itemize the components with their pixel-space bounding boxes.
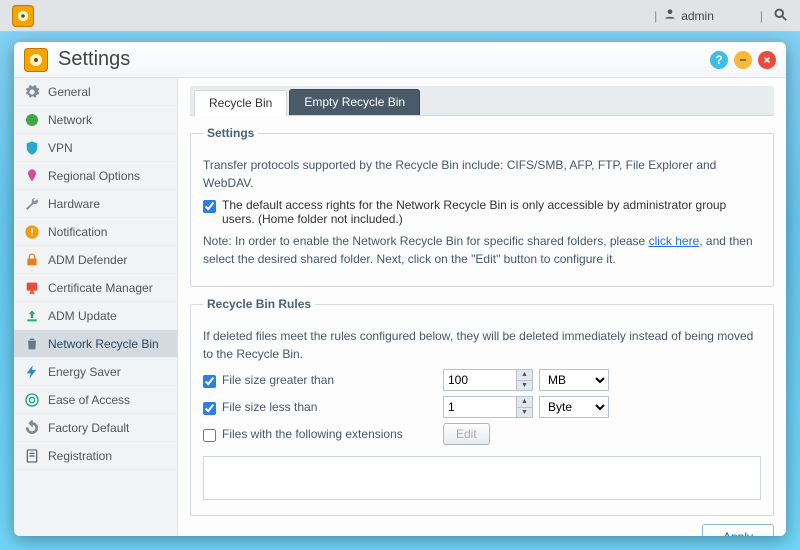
sidebar-item-regional-options[interactable]: Regional Options [14,162,177,190]
greater-label: File size greater than [222,373,334,387]
wrench-icon [24,196,40,212]
ext-edit-button[interactable]: Edit [443,423,490,445]
sidebar-item-label: VPN [48,141,73,155]
ext-label: Files with the following extensions [222,427,403,441]
spin-down-icon[interactable]: ▼ [516,408,532,418]
sidebar-item-general[interactable]: General [14,78,177,106]
separator: | [654,9,657,23]
sidebar-item-adm-defender[interactable]: ADM Defender [14,246,177,274]
tab-recycle-bin[interactable]: Recycle Bin [194,90,287,116]
click-here-link[interactable]: click here [649,234,700,248]
sidebar-item-hardware[interactable]: Hardware [14,190,177,218]
settings-fieldset: Settings Transfer protocols supported by… [190,126,774,287]
update-icon [24,308,40,324]
spin-up-icon[interactable]: ▲ [516,397,532,408]
sidebar-item-factory-default[interactable]: Factory Default [14,414,177,442]
sidebar-item-label: ADM Defender [48,253,127,267]
tab-empty-recycle-bin[interactable]: Empty Recycle Bin [289,89,420,115]
rules-intro: If deleted files meet the rules configur… [203,327,761,363]
settings-window: Settings ? General Network VPN Regional Opt… [14,42,786,536]
greater-unit-select[interactable]: ByteKBMBGBTB [539,369,609,391]
sidebar-item-network[interactable]: Network [14,106,177,134]
current-user[interactable]: admin [681,9,714,23]
form-icon [24,448,40,464]
less-checkbox[interactable] [203,402,216,415]
help-button[interactable]: ? [710,51,728,69]
rule-less-row: File size less than ▲▼ ByteKBMBGBTB [203,396,761,418]
less-unit-select[interactable]: ByteKBMBGBTB [539,396,609,418]
window-title: Settings [58,48,130,71]
protocols-text: Transfer protocols supported by the Recy… [203,156,761,192]
trash-icon [24,336,40,352]
settings-legend: Settings [203,126,258,140]
apply-button[interactable]: Apply [702,524,774,536]
search-icon[interactable] [773,7,788,25]
lock-icon [24,252,40,268]
user-icon[interactable] [663,7,677,24]
greater-checkbox[interactable] [203,375,216,388]
settings-sidebar: General Network VPN Regional Options Hardwar… [14,78,178,536]
access-icon [24,392,40,408]
sidebar-item-label: Hardware [48,197,100,211]
bolt-icon [24,364,40,380]
less-label: File size less than [222,400,317,414]
close-button[interactable] [758,51,776,69]
tab-strip: Recycle BinEmpty Recycle Bin [190,86,774,116]
ext-checkbox[interactable] [203,429,216,442]
sidebar-item-label: Energy Saver [48,365,121,379]
sidebar-item-label: Regional Options [48,169,140,183]
sidebar-item-registration[interactable]: Registration [14,442,177,470]
sidebar-item-energy-saver[interactable]: Energy Saver [14,358,177,386]
sidebar-item-label: Network Recycle Bin [48,337,159,351]
admin-only-label: The default access rights for the Networ… [222,198,761,226]
sidebar-item-label: Registration [48,449,112,463]
sidebar-item-adm-update[interactable]: ADM Update [14,302,177,330]
note-text: Note: In order to enable the Network Rec… [203,232,761,268]
sidebar-item-notification[interactable]: Notification [14,218,177,246]
os-logo[interactable] [12,5,34,27]
sidebar-item-label: Certificate Manager [48,281,153,295]
admin-only-checkbox[interactable] [203,200,216,213]
sidebar-item-label: ADM Update [48,309,117,323]
rules-fieldset: Recycle Bin Rules If deleted files meet … [190,297,774,516]
settings-app-icon [24,48,48,72]
os-topbar: | admin | [0,0,800,32]
reset-icon [24,420,40,436]
rule-ext-row: Files with the following extensions Edit [203,423,761,445]
globe-icon [24,112,40,128]
sidebar-item-label: Network [48,113,92,127]
spin-down-icon[interactable]: ▼ [516,381,532,391]
titlebar[interactable]: Settings ? [14,42,786,78]
sidebar-item-ease-of-access[interactable]: Ease of Access [14,386,177,414]
shield-icon [24,140,40,156]
content-area: Recycle BinEmpty Recycle Bin Settings Tr… [178,78,786,536]
rule-greater-row: File size greater than ▲▼ ByteKBMBGBTB [203,369,761,391]
alert-icon [24,224,40,240]
sidebar-item-network-recycle-bin[interactable]: Network Recycle Bin [14,330,177,358]
sidebar-item-label: Factory Default [48,421,129,435]
rules-legend: Recycle Bin Rules [203,297,315,311]
spin-up-icon[interactable]: ▲ [516,370,532,381]
minimize-button[interactable] [734,51,752,69]
sidebar-item-certificate-manager[interactable]: Certificate Manager [14,274,177,302]
sidebar-item-label: Notification [48,225,107,239]
pin-icon [24,168,40,184]
sidebar-item-vpn[interactable]: VPN [14,134,177,162]
cert-icon [24,280,40,296]
separator: | [760,9,763,23]
sidebar-item-label: General [48,85,91,99]
gear-icon [24,84,40,100]
sidebar-item-label: Ease of Access [48,393,130,407]
ext-textarea[interactable] [203,456,761,500]
